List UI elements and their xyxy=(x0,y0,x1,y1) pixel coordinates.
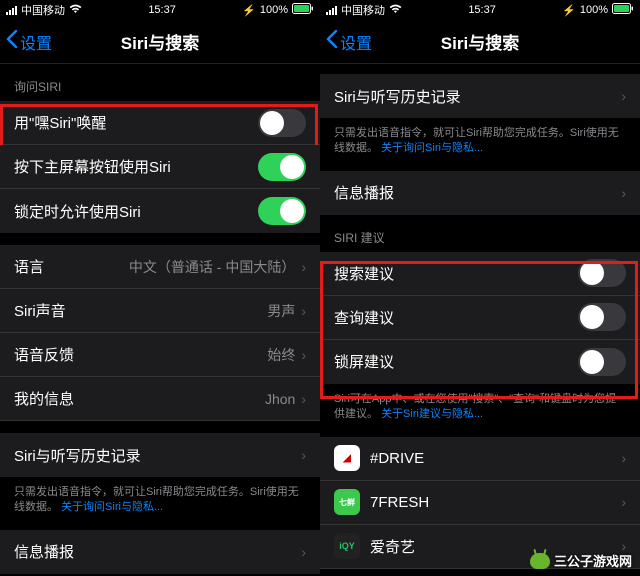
battery-icon xyxy=(292,3,314,17)
chevron-right-icon: › xyxy=(301,447,306,463)
toggle-lockscreen-suggestions[interactable] xyxy=(578,348,626,376)
row-label: 语言 xyxy=(14,256,129,277)
page-title: Siri与搜索 xyxy=(441,29,519,54)
chevron-right-icon: › xyxy=(301,347,306,363)
chevron-right-icon: › xyxy=(301,544,306,560)
row-lockscreen-suggestions[interactable]: 锁屏建议 xyxy=(320,340,640,384)
row-label: 7FRESH xyxy=(370,494,621,511)
row-detail: 男声 xyxy=(267,301,295,321)
toggle-allow-locked[interactable] xyxy=(258,197,306,225)
row-detail: 中文（普通话 - 中国大陆） xyxy=(129,257,295,277)
row-label: Siri与听写历史记录 xyxy=(14,445,301,466)
row-label: 语音反馈 xyxy=(14,344,267,365)
clock: 15:37 xyxy=(148,4,176,16)
footer-suggestions: Siri可在App中、或在您使用"搜索"、"查询"和键盘时为您提供建议。 关于S… xyxy=(320,384,640,437)
row-label: 查询建议 xyxy=(334,307,578,328)
privacy-link[interactable]: 关于询问Siri与隐私... xyxy=(381,142,483,154)
row-home-button-siri[interactable]: 按下主屏幕按钮使用Siri xyxy=(0,145,320,189)
row-label: 我的信息 xyxy=(14,388,265,409)
row-hey-siri[interactable]: 用"嘿Siri"唤醒 xyxy=(0,101,320,145)
row-app-7fresh[interactable]: 七鲜 7FRESH › xyxy=(320,481,640,525)
section-header-ask-siri: 询问SIRI xyxy=(0,64,320,101)
chevron-right-icon: › xyxy=(301,303,306,319)
wifi-icon xyxy=(389,4,402,17)
watermark: 三公子游戏网 xyxy=(530,551,632,570)
wifi-icon xyxy=(69,4,82,17)
nav-bar: 设置 Siri与搜索 xyxy=(0,20,320,64)
footer-ask-siri: 只需发出语音指令，就可让Siri帮助您完成任务。Siri使用无线数据。 关于询问… xyxy=(0,477,320,530)
status-bar: 中国移动 15:37 ⚡ 100% xyxy=(0,0,320,20)
row-voice-feedback[interactable]: 语音反馈 始终 › xyxy=(0,333,320,377)
watermark-text: 三公子游戏网 xyxy=(554,551,632,570)
battery-icon xyxy=(612,3,634,17)
row-label: 用"嘿Siri"唤醒 xyxy=(14,112,258,133)
row-label: 信息播报 xyxy=(334,182,621,203)
row-siri-history[interactable]: Siri与听写历史记录 › xyxy=(0,433,320,477)
row-lookup-suggestions[interactable]: 查询建议 xyxy=(320,296,640,340)
watermark-icon xyxy=(530,553,550,569)
privacy-link[interactable]: 关于Siri建议与隐私... xyxy=(381,408,483,420)
carrier-label: 中国移动 xyxy=(21,2,65,18)
row-search-suggestions[interactable]: 搜索建议 xyxy=(320,252,640,296)
toggle-home-button-siri[interactable] xyxy=(258,153,306,181)
toggle-lookup-suggestions[interactable] xyxy=(578,303,626,331)
chevron-right-icon: › xyxy=(621,185,626,201)
row-label: Siri声音 xyxy=(14,300,267,321)
app-icon-7fresh: 七鲜 xyxy=(334,489,360,515)
charging-icon: ⚡ xyxy=(242,4,256,17)
row-app-drive[interactable]: ◢ #DRIVE › xyxy=(320,437,640,481)
privacy-link[interactable]: 关于询问Siri与隐私... xyxy=(61,501,163,513)
status-bar: 中国移动 15:37 ⚡ 100% xyxy=(320,0,640,20)
clock: 15:37 xyxy=(468,4,496,16)
signal-icon xyxy=(6,6,17,15)
row-language[interactable]: 语言 中文（普通话 - 中国大陆） › xyxy=(0,245,320,289)
carrier-label: 中国移动 xyxy=(341,2,385,18)
row-siri-history[interactable]: Siri与听写历史记录 › xyxy=(320,74,640,118)
back-label: 设置 xyxy=(20,30,52,54)
battery-percent: 100% xyxy=(580,4,608,16)
row-announce-messages[interactable]: 信息播报 › xyxy=(320,171,640,215)
back-button[interactable]: 设置 xyxy=(326,30,372,54)
app-icon-iqiyi: iQY xyxy=(334,533,360,559)
battery-percent: 100% xyxy=(260,4,288,16)
page-title: Siri与搜索 xyxy=(121,29,199,54)
chevron-left-icon xyxy=(6,30,18,53)
row-siri-voice[interactable]: Siri声音 男声 › xyxy=(0,289,320,333)
row-label: 锁屏建议 xyxy=(334,351,578,372)
app-icon-drive: ◢ xyxy=(334,445,360,471)
chevron-right-icon: › xyxy=(621,494,626,510)
toggle-search-suggestions[interactable] xyxy=(578,259,626,287)
row-detail: 始终 xyxy=(267,345,295,365)
row-detail: Jhon xyxy=(265,391,295,407)
signal-icon xyxy=(326,6,337,15)
row-label: 锁定时允许使用Siri xyxy=(14,201,258,222)
chevron-left-icon xyxy=(326,30,338,53)
charging-icon: ⚡ xyxy=(562,4,576,17)
back-button[interactable]: 设置 xyxy=(6,30,52,54)
chevron-right-icon: › xyxy=(301,259,306,275)
chevron-right-icon: › xyxy=(621,88,626,104)
row-label: 信息播报 xyxy=(14,541,301,562)
section-header-siri-suggestions: SIRI 建议 xyxy=(320,215,640,252)
row-my-info[interactable]: 我的信息 Jhon › xyxy=(0,377,320,421)
footer-ask-siri: 只需发出语音指令，就可让Siri帮助您完成任务。Siri使用无线数据。 关于询问… xyxy=(320,118,640,171)
toggle-hey-siri[interactable] xyxy=(258,109,306,137)
chevron-right-icon: › xyxy=(301,391,306,407)
row-announce-messages[interactable]: 信息播报 › xyxy=(0,530,320,574)
chevron-right-icon: › xyxy=(621,450,626,466)
row-label: #DRIVE xyxy=(370,450,621,467)
nav-bar: 设置 Siri与搜索 xyxy=(320,20,640,64)
phone-left: 中国移动 15:37 ⚡ 100% 设置 Siri与搜索 xyxy=(0,0,320,576)
row-label: 按下主屏幕按钮使用Siri xyxy=(14,156,258,177)
row-label: 搜索建议 xyxy=(334,263,578,284)
row-label: Siri与听写历史记录 xyxy=(334,86,621,107)
back-label: 设置 xyxy=(340,30,372,54)
row-allow-locked[interactable]: 锁定时允许使用Siri xyxy=(0,189,320,233)
phone-right: 中国移动 15:37 ⚡ 100% 设置 Siri与搜索 xyxy=(320,0,640,576)
